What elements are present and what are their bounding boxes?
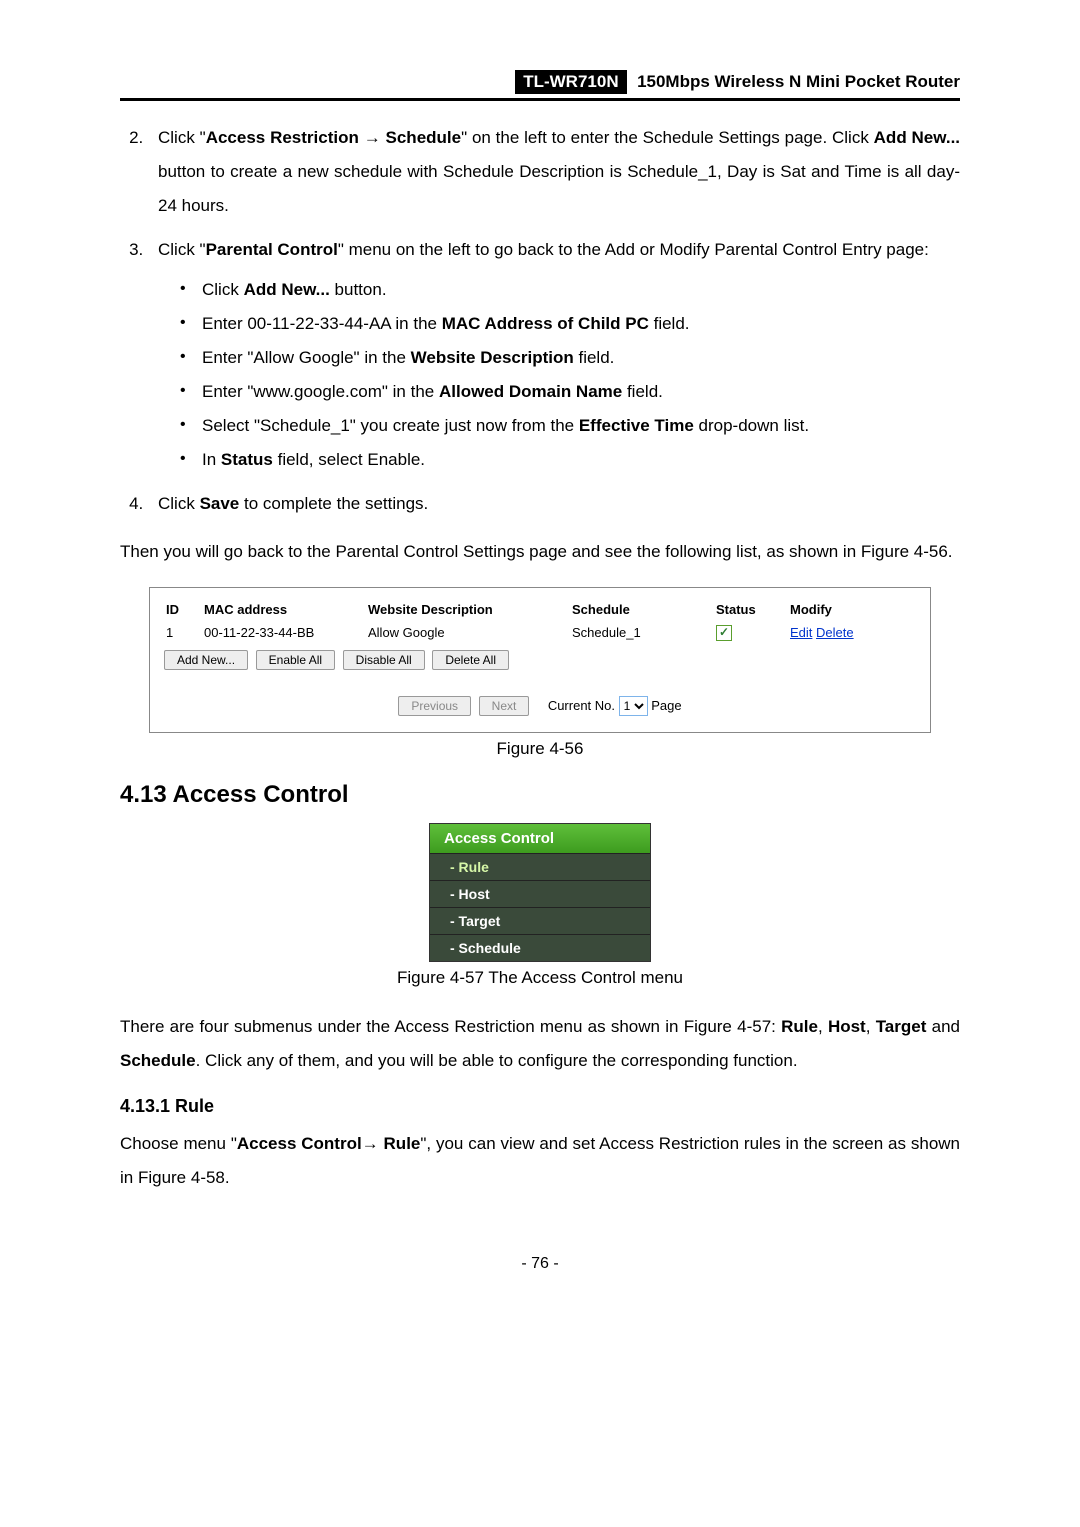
text-bold: Schedule xyxy=(120,1051,196,1070)
col-modify: Modify xyxy=(788,598,916,621)
section-4-13-title: 4.13 Access Control xyxy=(120,781,960,809)
previous-button: Previous xyxy=(398,696,471,716)
pagination-row: Previous Next Current No. 1 Page xyxy=(164,696,916,716)
text: Click " xyxy=(158,240,206,259)
text-bold: Access Restriction → Schedule xyxy=(206,128,461,147)
cell-id: 1 xyxy=(164,621,202,644)
next-button: Next xyxy=(479,696,530,716)
text: , xyxy=(866,1017,876,1036)
text: Choose menu " xyxy=(120,1134,237,1153)
text-bold: Add New... xyxy=(874,128,960,147)
text: to complete the settings. xyxy=(239,494,428,513)
menu-header: Access Control xyxy=(430,824,650,853)
cell-mac: 00-11-22-33-44-BB xyxy=(202,621,366,644)
text: drop-down list. xyxy=(694,416,809,435)
table-row: 1 00-11-22-33-44-BB Allow Google Schedul… xyxy=(164,621,916,644)
col-mac: MAC address xyxy=(202,598,366,621)
button-row: Add New... Enable All Disable All Delete… xyxy=(164,650,916,670)
text-bold: Website Description xyxy=(411,348,574,367)
text: field, select Enable. xyxy=(273,450,425,469)
delete-all-button[interactable]: Delete All xyxy=(432,650,509,670)
section-4-13-1-title: 4.13.1 Rule xyxy=(120,1096,960,1117)
checkbox-icon[interactable]: ✓ xyxy=(716,625,732,641)
sub-bullet: In Status field, select Enable. xyxy=(180,443,960,477)
text-bold: Effective Time xyxy=(579,416,694,435)
text-bold: MAC Address of Child PC xyxy=(442,314,649,333)
step-3-sublist: Click Add New... button. Enter 00-11-22-… xyxy=(158,273,960,477)
text: , xyxy=(818,1017,828,1036)
text: Click xyxy=(202,280,244,299)
paragraph: Then you will go back to the Parental Co… xyxy=(120,535,960,569)
text: Enter "Allow Google" in the xyxy=(202,348,411,367)
col-schedule: Schedule xyxy=(570,598,714,621)
page-header: TL-WR710N 150Mbps Wireless N Mini Pocket… xyxy=(120,70,960,101)
menu-item-rule[interactable]: - Rule xyxy=(430,853,650,880)
access-control-menu: Access Control - Rule - Host - Target - … xyxy=(429,823,651,962)
cell-desc: Allow Google xyxy=(366,621,570,644)
delete-link[interactable]: Delete xyxy=(816,625,854,640)
menu-item-schedule[interactable]: - Schedule xyxy=(430,934,650,961)
disable-all-button[interactable]: Disable All xyxy=(343,650,425,670)
figure-4-56-caption: Figure 4-56 xyxy=(120,739,960,759)
sub-bullet: Enter 00-11-22-33-44-AA in the MAC Addre… xyxy=(180,307,960,341)
text: field. xyxy=(622,382,663,401)
text-bold: Status xyxy=(221,450,273,469)
text-bold: Add New... xyxy=(244,280,330,299)
paragraph: Choose menu "Access Control→ Rule", you … xyxy=(120,1127,960,1195)
step-2: Click "Access Restriction → Schedule" on… xyxy=(148,121,960,223)
paragraph: There are four submenus under the Access… xyxy=(120,1010,960,1078)
text-bold: Allowed Domain Name xyxy=(439,382,622,401)
figure-4-57-caption: Figure 4-57 The Access Control menu xyxy=(120,968,960,988)
col-status: Status xyxy=(714,598,788,621)
cell-status: ✓ xyxy=(714,621,788,644)
text: and xyxy=(926,1017,960,1036)
text: Enter 00-11-22-33-44-AA in the xyxy=(202,314,442,333)
sub-bullet: Click Add New... button. xyxy=(180,273,960,307)
current-no-label: Current No. xyxy=(548,698,615,713)
cell-schedule: Schedule_1 xyxy=(570,621,714,644)
text: There are four submenus under the Access… xyxy=(120,1017,781,1036)
text-bold: Host xyxy=(828,1017,866,1036)
add-new-button[interactable]: Add New... xyxy=(164,650,248,670)
text: Click " xyxy=(158,128,206,147)
text: " menu on the left to go back to the Add… xyxy=(338,240,929,259)
text-bold: Access Control→ Rule xyxy=(237,1134,421,1153)
page-select[interactable]: 1 xyxy=(619,696,648,716)
text: Select "Schedule_1" you create just now … xyxy=(202,416,579,435)
step-3: Click "Parental Control" menu on the lef… xyxy=(148,233,960,477)
menu-item-target[interactable]: - Target xyxy=(430,907,650,934)
text-bold: Parental Control xyxy=(206,240,338,259)
page-number: - 76 - xyxy=(120,1255,960,1273)
text: " on the left to enter the Schedule Sett… xyxy=(461,128,874,147)
menu-item-host[interactable]: - Host xyxy=(430,880,650,907)
page-label: Page xyxy=(651,698,681,713)
sub-bullet: Enter "www.google.com" in the Allowed Do… xyxy=(180,375,960,409)
model-badge: TL-WR710N xyxy=(515,70,626,94)
parental-control-table: ID MAC address Website Description Sched… xyxy=(164,598,916,644)
text-bold: Save xyxy=(200,494,240,513)
text: field. xyxy=(574,348,615,367)
sub-bullet: Enter "Allow Google" in the Website Desc… xyxy=(180,341,960,375)
cell-modify: Edit Delete xyxy=(788,621,916,644)
text: . Click any of them, and you will be abl… xyxy=(196,1051,798,1070)
text-bold: Target xyxy=(876,1017,927,1036)
sub-bullet: Select "Schedule_1" you create just now … xyxy=(180,409,960,443)
text: In xyxy=(202,450,221,469)
text: button to create a new schedule with Sch… xyxy=(158,162,960,215)
edit-link[interactable]: Edit xyxy=(790,625,812,640)
text-bold: Rule xyxy=(781,1017,818,1036)
col-desc: Website Description xyxy=(366,598,570,621)
col-id: ID xyxy=(164,598,202,621)
text: Click xyxy=(158,494,200,513)
enable-all-button[interactable]: Enable All xyxy=(256,650,335,670)
step-4: Click Save to complete the settings. xyxy=(148,487,960,521)
text: Enter "www.google.com" in the xyxy=(202,382,439,401)
figure-4-56: ID MAC address Website Description Sched… xyxy=(149,587,931,733)
text: field. xyxy=(649,314,690,333)
text: button. xyxy=(330,280,387,299)
instruction-list: Click "Access Restriction → Schedule" on… xyxy=(120,121,960,521)
header-subtitle: 150Mbps Wireless N Mini Pocket Router xyxy=(631,72,960,92)
